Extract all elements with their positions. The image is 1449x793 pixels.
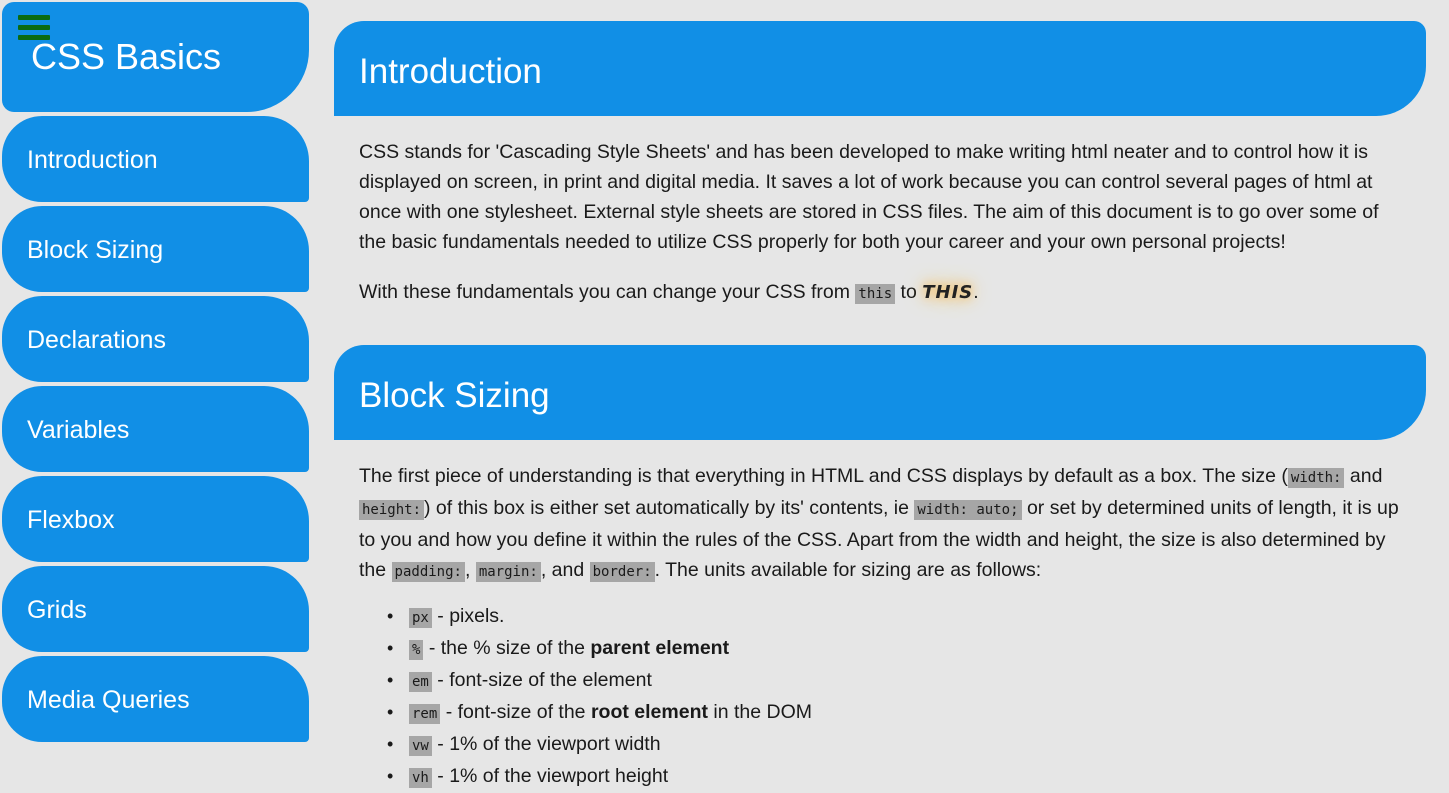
sidebar-item-label: Introduction bbox=[27, 146, 158, 174]
code-snippet: px bbox=[409, 608, 432, 628]
text: . bbox=[973, 281, 979, 303]
text: - font-size of the element bbox=[431, 669, 652, 691]
list-item: vw - 1% of the viewport width bbox=[387, 729, 812, 761]
list-item: em - font-size of the element bbox=[387, 665, 812, 697]
code-snippet: width: auto; bbox=[914, 500, 1022, 520]
code-snippet: % bbox=[409, 640, 424, 660]
intro-paragraph-2: With these fundamentals you can change y… bbox=[359, 277, 1409, 309]
styled-this-text: THIS bbox=[922, 282, 974, 303]
list-item: % - the % size of the parent element bbox=[387, 633, 812, 665]
bold-text: parent element bbox=[590, 637, 730, 659]
code-snippet: margin: bbox=[475, 562, 541, 582]
sidebar-header: CSS Basics bbox=[2, 2, 309, 112]
text: - pixels. bbox=[431, 605, 505, 627]
sidebar-item-block-sizing[interactable]: Block Sizing bbox=[2, 206, 309, 292]
section-title: Block Sizing bbox=[359, 376, 550, 415]
code-snippet: height: bbox=[359, 500, 425, 520]
site-title: CSS Basics bbox=[31, 36, 222, 77]
sidebar-item-label: Variables bbox=[27, 416, 130, 444]
list-item: vh - 1% of the viewport height bbox=[387, 761, 812, 793]
code-snippet: this bbox=[855, 284, 896, 304]
text: ) of this box is either set automaticall… bbox=[424, 497, 915, 519]
section-header-introduction: Introduction bbox=[334, 21, 1426, 116]
sidebar-item-label: Declarations bbox=[27, 326, 166, 354]
sidebar-item-introduction[interactable]: Introduction bbox=[2, 116, 309, 202]
sidebar-item-grids[interactable]: Grids bbox=[2, 566, 309, 652]
units-list: px - pixels. % - the % size of the paren… bbox=[359, 601, 812, 793]
code-snippet: padding: bbox=[391, 562, 465, 582]
text: in the DOM bbox=[707, 701, 813, 723]
text: and bbox=[1344, 465, 1383, 487]
text: - 1% of the viewport height bbox=[431, 765, 669, 787]
block-sizing-paragraph: The first piece of understanding is that… bbox=[359, 461, 1409, 587]
text: to bbox=[895, 281, 923, 303]
section-header-block-sizing: Block Sizing bbox=[334, 345, 1426, 440]
text: - 1% of the viewport width bbox=[431, 733, 661, 755]
sidebar: CSS Basics Introduction Block Sizing Dec… bbox=[2, 2, 309, 742]
sidebar-item-variables[interactable]: Variables bbox=[2, 386, 309, 472]
sidebar-item-label: Media Queries bbox=[27, 686, 190, 714]
text: With these fundamentals you can change y… bbox=[359, 281, 856, 303]
text: . The units available for sizing are as … bbox=[654, 559, 1042, 581]
sidebar-item-label: Grids bbox=[27, 596, 87, 624]
code-snippet: border: bbox=[589, 562, 655, 582]
text: - font-size of the bbox=[440, 701, 591, 723]
code-snippet: vw bbox=[409, 736, 432, 756]
text: , bbox=[464, 559, 476, 581]
list-item: px - pixels. bbox=[387, 601, 812, 633]
code-snippet: width: bbox=[1287, 468, 1345, 488]
sidebar-item-media-queries[interactable]: Media Queries bbox=[2, 656, 309, 742]
bold-text: root element bbox=[590, 701, 708, 723]
code-snippet: em bbox=[409, 672, 432, 692]
sidebar-item-declarations[interactable]: Declarations bbox=[2, 296, 309, 382]
section-title: Introduction bbox=[359, 52, 542, 91]
code-snippet: rem bbox=[409, 704, 441, 724]
code-snippet: vh bbox=[409, 768, 432, 788]
sidebar-item-label: Block Sizing bbox=[27, 236, 164, 264]
text: , and bbox=[540, 559, 590, 581]
text: The first piece of understanding is that… bbox=[359, 465, 1288, 487]
text: - the % size of the bbox=[423, 637, 591, 659]
intro-paragraph: CSS stands for 'Cascading Style Sheets' … bbox=[359, 141, 1379, 253]
sidebar-item-flexbox[interactable]: Flexbox bbox=[2, 476, 309, 562]
sidebar-item-label: Flexbox bbox=[27, 506, 115, 534]
list-item: rem - font-size of the root element in t… bbox=[387, 697, 813, 729]
